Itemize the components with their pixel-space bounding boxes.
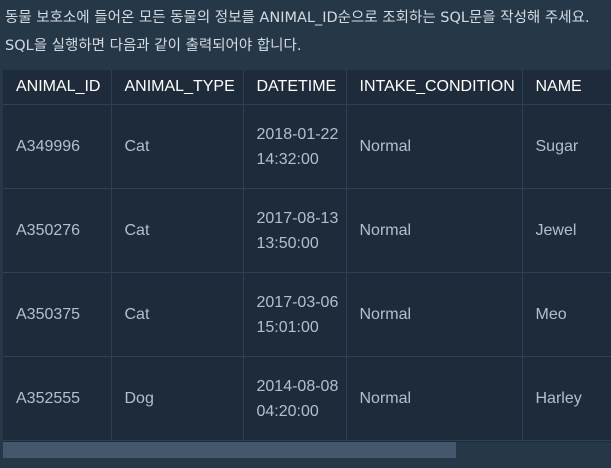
problem-description: 동물 보호소에 들어온 모든 동물의 정보를 ANIMAL_ID순으로 조회하는… — [5, 10, 590, 54]
column-header-animal-type: ANIMAL_TYPE — [111, 70, 244, 105]
column-header-animal-id: ANIMAL_ID — [3, 70, 112, 105]
cell-name: Jewel — [522, 188, 611, 273]
cell-animal-type: Cat — [111, 272, 244, 357]
table-row: A350276 Cat 2017-08-13 13:50:00 Normal J… — [3, 188, 611, 273]
cell-animal-id: A352555 — [3, 356, 112, 441]
column-header-intake-condition: INTAKE_CONDITION — [346, 70, 523, 105]
result-table: ANIMAL_ID ANIMAL_TYPE DATETIME INTAKE_CO… — [3, 70, 611, 441]
cell-name: Sugar — [522, 104, 611, 189]
table-row: A350375 Cat 2017-03-06 15:01:00 Normal M… — [3, 272, 611, 357]
cell-datetime: 2017-03-06 15:01:00 — [243, 272, 347, 357]
cell-datetime: 2017-08-13 13:50:00 — [243, 188, 347, 273]
table-row: A349996 Cat 2018-01-22 14:32:00 Normal S… — [3, 104, 611, 189]
horizontal-scrollbar-thumb[interactable] — [3, 442, 456, 458]
column-header-name: NAME — [522, 70, 611, 105]
cell-intake-condition: Normal — [346, 272, 523, 357]
cell-animal-type: Cat — [111, 104, 244, 189]
cell-intake-condition: Normal — [346, 188, 523, 273]
cell-animal-id: A350276 — [3, 188, 112, 273]
cell-intake-condition: Normal — [346, 104, 523, 189]
cell-datetime: 2014-08-08 04:20:00 — [243, 356, 347, 441]
cell-name: Meo — [522, 272, 611, 357]
cell-datetime: 2018-01-22 14:32:00 — [243, 104, 347, 189]
table-row: A352555 Dog 2014-08-08 04:20:00 Normal H… — [3, 356, 611, 441]
cell-name: Harley — [522, 356, 611, 441]
cell-animal-id: A350375 — [3, 272, 112, 357]
column-header-datetime: DATETIME — [243, 70, 347, 105]
cell-animal-id: A349996 — [3, 104, 112, 189]
result-table-container[interactable]: ANIMAL_ID ANIMAL_TYPE DATETIME INTAKE_CO… — [3, 70, 611, 442]
cell-animal-type: Dog — [111, 356, 244, 441]
cell-animal-type: Cat — [111, 188, 244, 273]
cell-intake-condition: Normal — [346, 356, 523, 441]
table-header-row: ANIMAL_ID ANIMAL_TYPE DATETIME INTAKE_CO… — [3, 70, 611, 105]
